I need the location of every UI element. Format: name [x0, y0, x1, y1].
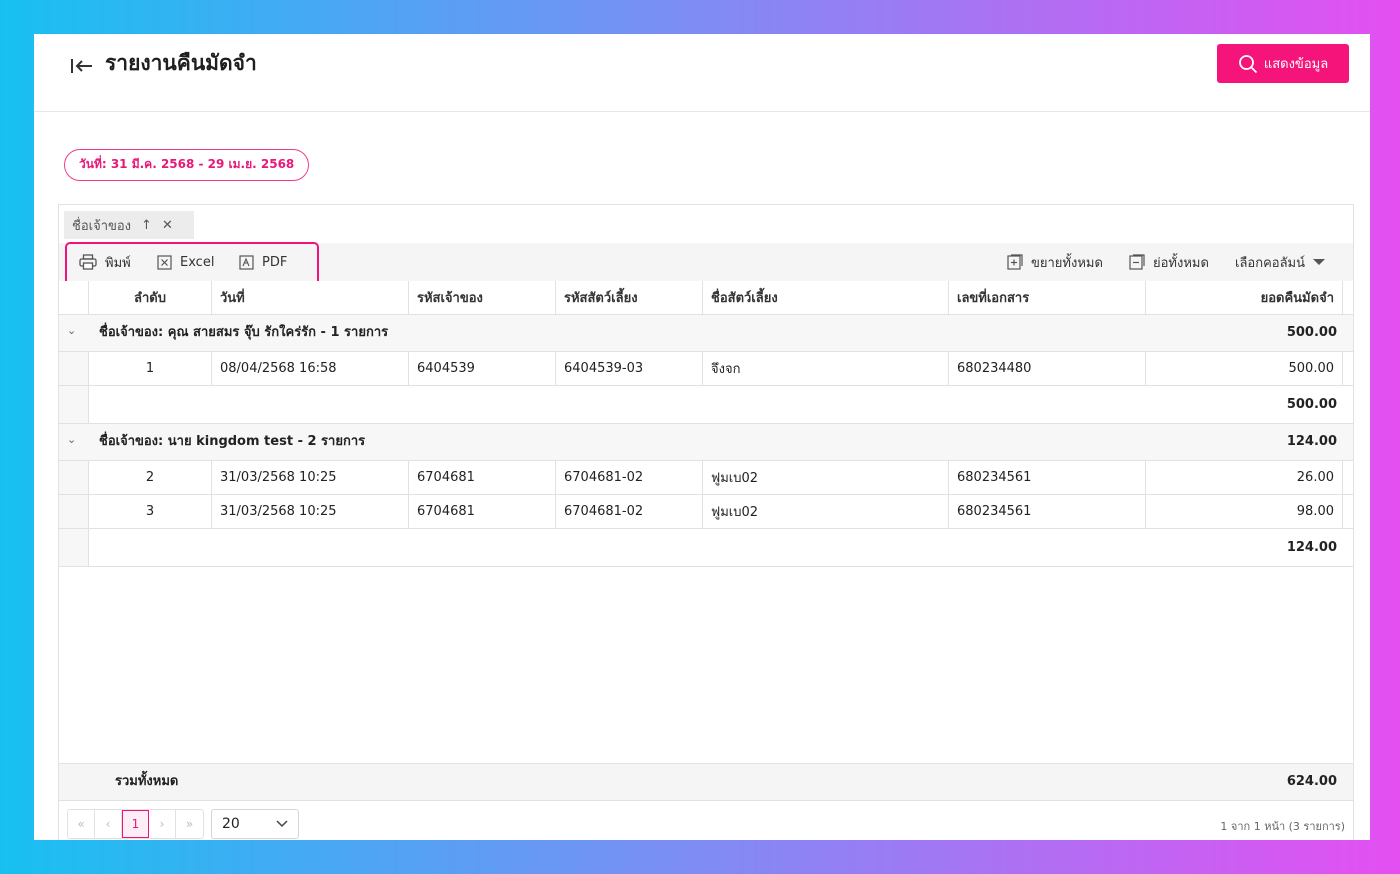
column-header-date[interactable]: วันที่ [212, 281, 409, 314]
first-page-button[interactable]: « [68, 810, 95, 838]
group-row: ⌄ ชื่อเจ้าของ: คุณ สายสมร จุ๊บ รักใคร่รั… [59, 315, 1353, 352]
group-subtotal: 500.00 [1286, 397, 1337, 412]
column-header-row: ลำดับ วันที่ รหัสเจ้าของ รหัสสัตว์เลี้ยง… [59, 281, 1353, 315]
cell-doc-no: 680234561 [949, 461, 1146, 494]
chevron-down-icon[interactable]: ⌄ [67, 433, 76, 446]
last-page-button[interactable]: » [176, 810, 203, 838]
collapse-all-label: ย่อทั้งหมด [1153, 255, 1209, 271]
cell-owner-code: 6704681 [409, 461, 556, 494]
print-button[interactable]: พิมพ์ [79, 252, 131, 272]
group-panel: ชื่อเจ้าของ ↑ ✕ [59, 205, 1353, 243]
cell-refund: 26.00 [1146, 461, 1343, 494]
back-button[interactable] [68, 52, 96, 80]
next-page-button[interactable]: › [149, 810, 176, 838]
cell-owner-code: 6404539 [409, 352, 556, 385]
cell-owner-code: 6704681 [409, 495, 556, 528]
table-row[interactable]: 1 08/04/2568 16:58 6404539 6404539-03 จึ… [59, 352, 1353, 386]
cell-date: 08/04/2568 16:58 [212, 352, 409, 385]
sort-ascending-icon[interactable]: ↑ [141, 218, 152, 233]
group-subtotal: 124.00 [1286, 540, 1337, 555]
date-range-chip[interactable]: วันที่: 31 มี.ค. 2568 - 29 เม.ย. 2568 [64, 149, 310, 181]
collapse-square-icon [1129, 254, 1145, 270]
group-title: ชื่อเจ้าของ: คุณ สายสมร จุ๊บ รักใคร่รัก … [99, 325, 389, 340]
column-chooser-label: เลือกคอลัมน์ [1235, 255, 1306, 271]
column-header-pet-name[interactable]: ชื่อสัตว์เลี้ยง [703, 281, 949, 314]
cell-pet-code: 6704681-02 [556, 495, 703, 528]
show-data-button[interactable]: แสดงข้อมูล [1217, 44, 1349, 83]
expand-square-icon [1007, 254, 1023, 270]
expand-all-label: ขยายทั้งหมด [1031, 255, 1103, 271]
chevron-down-icon[interactable]: ⌄ [67, 324, 76, 337]
pdf-file-icon [239, 254, 254, 270]
pager: « ‹ 1 › » 20 1 จาก 1 หน้า (3 รายการ) [59, 801, 1353, 840]
collapse-all-button[interactable]: ย่อทั้งหมด [1129, 252, 1209, 272]
grand-total-row: รวมทั้งหมด 624.00 [59, 763, 1353, 801]
group-total: 124.00 [1286, 434, 1337, 449]
cell-doc-no: 680234561 [949, 495, 1146, 528]
page-1-button[interactable]: 1 [122, 810, 149, 838]
pager-buttons: « ‹ 1 › » [67, 809, 204, 839]
page-title: รายงานคืนมัดจำ [105, 51, 257, 75]
report-grid: ชื่อเจ้าของ ↑ ✕ พิมพ์ Excel PDF ขยายทั้ง… [58, 204, 1354, 840]
grand-total-label: รวมทั้งหมด [115, 774, 179, 789]
print-label: พิมพ์ [105, 255, 131, 271]
cell-pet-code: 6404539-03 [556, 352, 703, 385]
cell-refund: 500.00 [1146, 352, 1343, 385]
column-header-owner-code[interactable]: รหัสเจ้าของ [409, 281, 556, 314]
cell-seq: 2 [89, 461, 212, 494]
group-row: ⌄ ชื่อเจ้าของ: นาย kingdom test - 2 รายก… [59, 424, 1353, 461]
group-summary-row: 500.00 [59, 386, 1353, 424]
group-chip-label: ชื่อเจ้าของ [72, 218, 132, 234]
excel-file-icon [157, 254, 172, 270]
page-size-value: 20 [222, 816, 240, 832]
grand-total-value: 624.00 [1286, 774, 1337, 789]
group-title: ชื่อเจ้าของ: นาย kingdom test - 2 รายการ [99, 434, 366, 449]
header-indent [59, 281, 89, 314]
cell-pet-name: จึงจก [703, 352, 949, 385]
cell-seq: 3 [89, 495, 212, 528]
cell-pet-name: ฟูมเบ02 [703, 495, 949, 528]
column-header-seq[interactable]: ลำดับ [89, 281, 212, 314]
group-total: 500.00 [1286, 325, 1337, 340]
column-chooser-button[interactable]: เลือกคอลัมน์ [1235, 252, 1326, 272]
cell-date: 31/03/2568 10:25 [212, 461, 409, 494]
pdf-button[interactable]: PDF [239, 252, 287, 272]
column-header-refund[interactable]: ยอดคืนมัดจำ [1146, 281, 1343, 314]
cell-date: 31/03/2568 10:25 [212, 495, 409, 528]
excel-button[interactable]: Excel [157, 252, 214, 272]
report-window: รายงานคืนมัดจำ แสดงข้อมูล วันที่: 31 มี.… [34, 34, 1370, 840]
cell-doc-no: 680234480 [949, 352, 1146, 385]
show-data-label: แสดงข้อมูล [1263, 57, 1329, 72]
cell-refund: 98.00 [1146, 495, 1343, 528]
cell-pet-code: 6704681-02 [556, 461, 703, 494]
search-icon [1238, 54, 1257, 73]
close-icon[interactable]: ✕ [162, 218, 173, 233]
cell-pet-name: ฟูมเบ02 [703, 461, 949, 494]
group-chip-owner[interactable]: ชื่อเจ้าของ ↑ ✕ [64, 211, 194, 239]
grid-toolbar: พิมพ์ Excel PDF ขยายทั้งหมด ย่อทั้งหมด เ… [59, 243, 1353, 281]
table-row[interactable]: 3 31/03/2568 10:25 6704681 6704681-02 ฟู… [59, 495, 1353, 529]
cell-seq: 1 [89, 352, 212, 385]
group-summary-row: 124.00 [59, 529, 1353, 567]
printer-icon [79, 254, 97, 270]
excel-label: Excel [180, 254, 215, 270]
arrow-left-icon [71, 59, 92, 73]
chevron-down-icon [276, 820, 288, 828]
page-header: รายงานคืนมัดจำ แสดงข้อมูล [34, 34, 1370, 112]
column-header-doc-no[interactable]: เลขที่เอกสาร [949, 281, 1146, 314]
expand-all-button[interactable]: ขยายทั้งหมด [1007, 252, 1103, 272]
pager-info: 1 จาก 1 หน้า (3 รายการ) [1220, 820, 1345, 833]
pdf-label: PDF [262, 254, 288, 270]
table-row[interactable]: 2 31/03/2568 10:25 6704681 6704681-02 ฟู… [59, 461, 1353, 495]
page-size-select[interactable]: 20 [211, 809, 299, 839]
caret-down-icon [1313, 259, 1326, 265]
column-header-pet-code[interactable]: รหัสสัตว์เลี้ยง [556, 281, 703, 314]
prev-page-button[interactable]: ‹ [95, 810, 122, 838]
